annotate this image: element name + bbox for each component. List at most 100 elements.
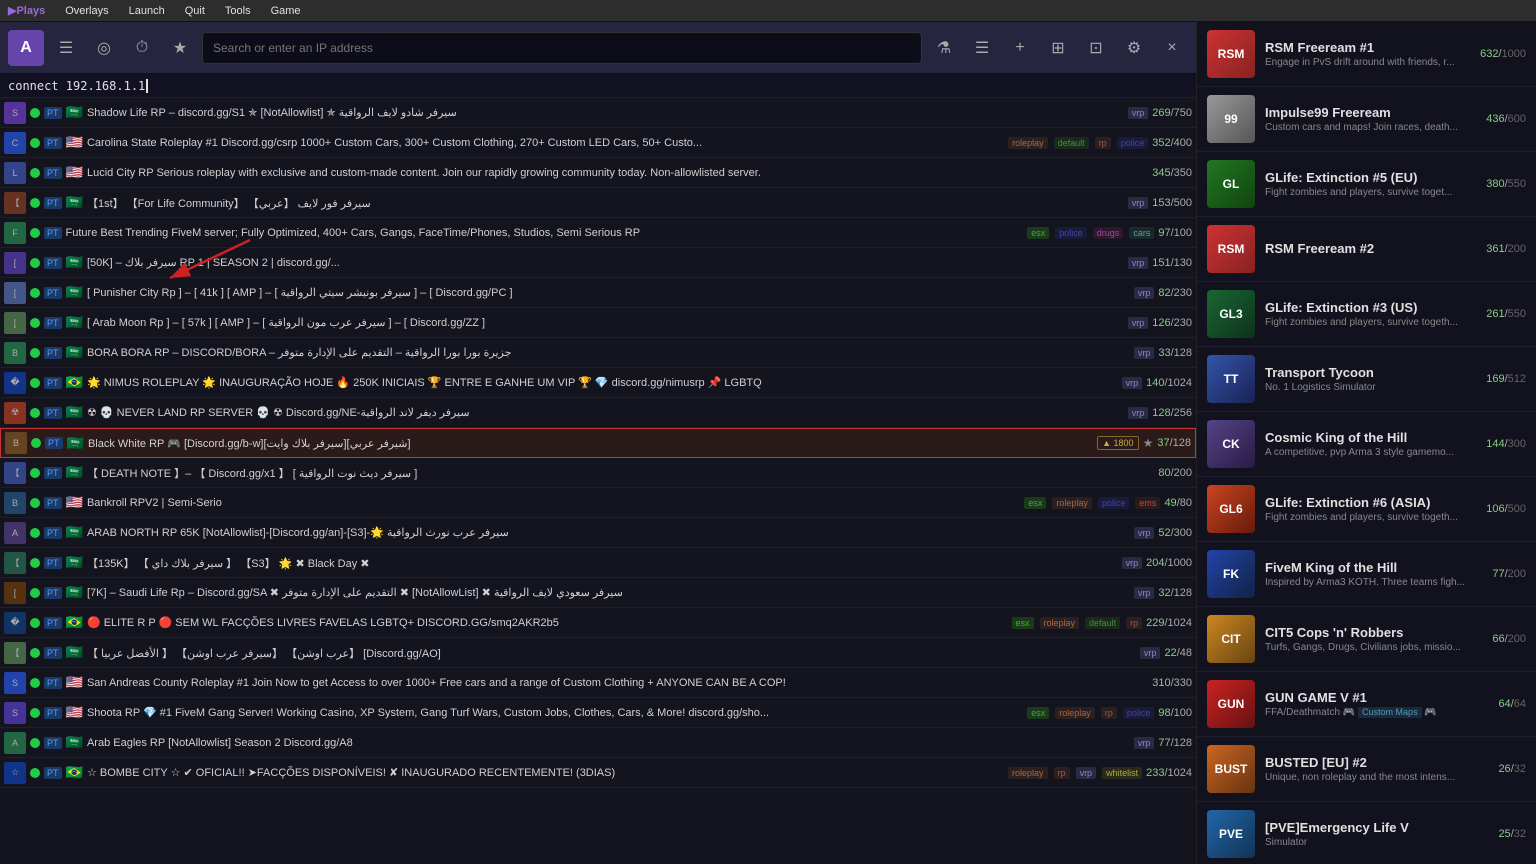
menu-game[interactable]: Game	[267, 3, 305, 19]
menu-overlays[interactable]: Overlays	[61, 3, 112, 19]
featured-avatar: FK	[1207, 550, 1255, 598]
pt-badge: PT	[44, 377, 62, 389]
bookmark-button[interactable]: ★	[164, 32, 196, 64]
server-row[interactable]: [PT🇸🇦[ Punisher City Rp ] – [ 41k ] [ AM…	[0, 278, 1196, 308]
server-tag-default: default	[1054, 137, 1089, 149]
server-tag-roleplay: roleplay	[1055, 707, 1095, 719]
player-count: 32/128	[1158, 587, 1192, 599]
server-tag-default: default	[1085, 617, 1120, 629]
featured-server-row[interactable]: RSMRSM Freeream #2361/200	[1197, 217, 1536, 282]
server-name: 🔴 ELITE R P 🔴 SEM WL FACÇÕES LIVRES FAVE…	[87, 616, 1006, 629]
flag-icon: 🇧🇷	[66, 614, 83, 631]
featured-server-row[interactable]: GUNGUN GAME V #1FFA/Deathmatch 🎮 Custom …	[1197, 672, 1536, 737]
sort-button[interactable]: ☰	[966, 32, 998, 64]
server-avatar: �	[4, 372, 26, 394]
favorites-button[interactable]: ◎	[88, 32, 120, 64]
featured-avatar: RSM	[1207, 225, 1255, 273]
server-row[interactable]: SPT🇸🇦Shadow Life RP – discord.gg/S1 ✯ [N…	[0, 98, 1196, 128]
server-row[interactable]: SPT🇺🇸San Andreas County Roleplay #1 Join…	[0, 668, 1196, 698]
featured-server-row[interactable]: GL6GLife: Extinction #6 (ASIA)Fight zomb…	[1197, 477, 1536, 542]
featured-server-row[interactable]: TTTransport TycoonNo. 1 Logistics Simula…	[1197, 347, 1536, 412]
server-tag-vrp: vrp	[1128, 197, 1149, 209]
flag-icon: 🇸🇦	[66, 524, 83, 541]
featured-info: Transport TycoonNo. 1 Logistics Simulato…	[1265, 365, 1476, 393]
server-tag-vrp: vrp	[1140, 647, 1161, 659]
server-row[interactable]: [PT🇸🇦[7K] – Saudi Life Rp – Discord.gg/S…	[0, 578, 1196, 608]
flag-icon: 🇺🇸	[66, 134, 83, 151]
star-icon[interactable]: ★	[1143, 436, 1154, 450]
menu-tools[interactable]: Tools	[221, 3, 255, 19]
server-tag-police: police	[1098, 497, 1130, 509]
server-name: ☆ BOMBE CITY ☆ ✔ OFICIAL!! ➤FACÇÕES DISP…	[87, 766, 1002, 779]
server-tag-vrp: vrp	[1128, 317, 1149, 329]
server-row[interactable]: �PT🇧🇷🔴 ELITE R P 🔴 SEM WL FACÇÕES LIVRES…	[0, 608, 1196, 638]
history-button[interactable]: ⏱	[126, 32, 158, 64]
featured-server-row[interactable]: RSMRSM Freeream #1Engage in PvS drift ar…	[1197, 22, 1536, 87]
server-avatar: S	[4, 672, 26, 694]
server-row[interactable]: BPT🇸🇦BORA BORA RP – DISCORD/BORA – جزيرة…	[0, 338, 1196, 368]
menu-button[interactable]: ☰	[50, 32, 82, 64]
pt-badge: PT	[44, 107, 62, 119]
player-count: 82/230	[1158, 287, 1192, 299]
server-row[interactable]: APT🇸🇦Arab Eagles RP [NotAllowlist] Seaso…	[0, 728, 1196, 758]
server-row[interactable]: [PT🇸🇦[ Arab Moon Rp ] – [ 57k ] [ AMP ] …	[0, 308, 1196, 338]
server-tag-vrp: vrp	[1128, 407, 1149, 419]
pt-badge: PT	[44, 617, 62, 629]
featured-server-row[interactable]: 99Impulse99 FreereamCustom cars and maps…	[1197, 87, 1536, 152]
server-row[interactable]: BPT🇸🇦Black White RP 🎮 [Discord.gg/b-w][س…	[0, 428, 1196, 458]
right-panel: RSMRSM Freeream #1Engage in PvS drift ar…	[1196, 22, 1536, 864]
search-input[interactable]	[202, 32, 922, 64]
server-row[interactable]: LPT🇺🇸Lucid City RP Serious roleplay with…	[0, 158, 1196, 188]
player-count: 49/80	[1164, 497, 1192, 509]
player-count: 153/500	[1152, 197, 1192, 209]
filter-button[interactable]: ⚗	[928, 32, 960, 64]
featured-info: CIT5 Cops 'n' RobbersTurfs, Gangs, Drugs…	[1265, 625, 1482, 653]
add-button[interactable]: +	[1004, 32, 1036, 64]
server-row[interactable]: SPT🇺🇸Shoota RP 💎 #1 FiveM Gang Server! W…	[0, 698, 1196, 728]
flag-icon: 🇺🇸	[66, 704, 83, 721]
featured-server-row[interactable]: BUSTBUSTED [EU] #2Unique, non roleplay a…	[1197, 737, 1536, 802]
featured-server-desc: Engage in PvS drift around with friends,…	[1265, 57, 1470, 68]
status-indicator	[30, 498, 40, 508]
server-avatar: B	[4, 492, 26, 514]
menu-launch[interactable]: Launch	[125, 3, 169, 19]
featured-avatar: CIT	[1207, 615, 1255, 663]
featured-server-row[interactable]: CKCosmic King of the HillA competitive, …	[1197, 412, 1536, 477]
server-row[interactable]: ☢PT🇸🇦☢ 💀 NEVER LAND RP SERVER 💀 ☢ Discor…	[0, 398, 1196, 428]
server-avatar: S	[4, 702, 26, 724]
server-tag-vrp: vrp	[1134, 737, 1155, 749]
server-list[interactable]: SPT🇸🇦Shadow Life RP – discord.gg/S1 ✯ [N…	[0, 98, 1196, 864]
server-row[interactable]: ☆PT🇧🇷☆ BOMBE CITY ☆ ✔ OFICIAL!! ➤FACÇÕES…	[0, 758, 1196, 788]
featured-server-row[interactable]: CIT CIT5 Cops 'n' RobbersTurfs, Gangs, Dr…	[1197, 607, 1536, 672]
server-row[interactable]: APT🇸🇦ARAB NORTH RP 65K [NotAllowlist]-[D…	[0, 518, 1196, 548]
featured-player-count: 25/32	[1498, 828, 1526, 840]
expand-button[interactable]: ⊡	[1080, 32, 1112, 64]
server-avatar: [	[4, 312, 26, 334]
featured-info: Impulse99 FreereamCustom cars and maps! …	[1265, 105, 1476, 133]
flag-icon: 🇸🇦	[66, 344, 83, 361]
server-row[interactable]: 【PT🇸🇦【 DEATH NOTE 】– 【 Discord.gg/x1 】 […	[0, 458, 1196, 488]
featured-server-row[interactable]: PVE[PVE]Emergency Life VSimulator25/32	[1197, 802, 1536, 864]
server-tag-esx: esx	[1027, 707, 1049, 719]
server-row[interactable]: CPT🇺🇸Carolina State Roleplay #1 Discord.…	[0, 128, 1196, 158]
server-name: BORA BORA RP – DISCORD/BORA – جزيرة بورا…	[87, 346, 1128, 359]
view-button[interactable]: ⊞	[1042, 32, 1074, 64]
server-row[interactable]: [PT🇸🇦[50K] – سيرفر بلاك RP 1 | SEASON 2 …	[0, 248, 1196, 278]
featured-server-row[interactable]: FKFiveM King of the HillInspired by Arma…	[1197, 542, 1536, 607]
status-indicator	[30, 288, 40, 298]
close-button[interactable]: ×	[1156, 32, 1188, 64]
featured-server-desc: Simulator	[1265, 837, 1488, 848]
server-row[interactable]: BPT🇺🇸Bankroll RPV2 | Semi-Serioesxrolepl…	[0, 488, 1196, 518]
server-row[interactable]: 【PT🇸🇦【1st】 【For Life Community】 【عربي】 س…	[0, 188, 1196, 218]
server-row[interactable]: FPTFuture Best Trending FiveM server; Fu…	[0, 218, 1196, 248]
server-row[interactable]: �PT🇧🇷🌟 NIMUS ROLEPLAY 🌟 INAUGURAÇÃO HOJE…	[0, 368, 1196, 398]
featured-player-count: 106/500	[1486, 503, 1526, 515]
settings-button[interactable]: ⚙	[1118, 32, 1150, 64]
featured-server-row[interactable]: GL3GLife: Extinction #3 (US)Fight zombie…	[1197, 282, 1536, 347]
featured-server-row[interactable]: GLGLife: Extinction #5 (EU)Fight zombies…	[1197, 152, 1536, 217]
pt-badge: PT	[44, 587, 62, 599]
server-row[interactable]: 【PT🇸🇦【135K】 【 سيرفر بلاك داي 】 【S3】 🌟 ✖ …	[0, 548, 1196, 578]
server-row[interactable]: 【PT🇸🇦【 الأفضل عربيا 】 【سيرفر عرب اوشن】 【…	[0, 638, 1196, 668]
status-indicator	[30, 768, 40, 778]
menu-quit[interactable]: Quit	[181, 3, 209, 19]
